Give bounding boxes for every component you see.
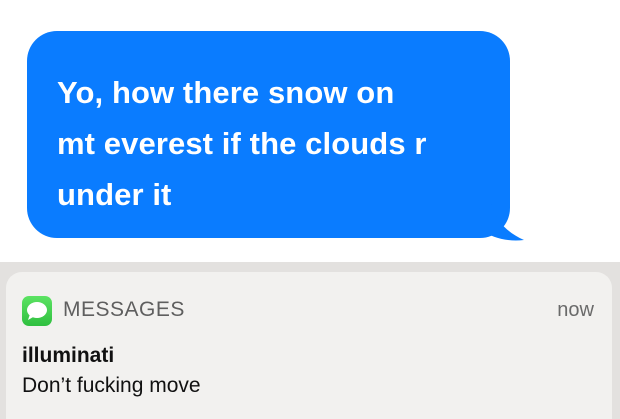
sent-message-bubble[interactable]: Yo, how there snow on mt everest if the … xyxy=(27,31,510,238)
notification-header: MESSAGES now xyxy=(18,294,594,326)
app-name: MESSAGES xyxy=(63,298,185,321)
sent-message-text: Yo, how there snow on mt everest if the … xyxy=(57,75,427,212)
message-area: Yo, how there snow on mt everest if the … xyxy=(0,0,620,262)
notification-message: Don’t fucking move xyxy=(22,374,201,397)
notification-time: now xyxy=(557,299,594,321)
notification-sender: illuminati xyxy=(22,344,115,367)
messages-icon xyxy=(22,296,52,326)
bubble-tail xyxy=(478,196,524,241)
message-notification[interactable]: MESSAGES now illuminati Don’t fucking mo… xyxy=(6,272,612,419)
